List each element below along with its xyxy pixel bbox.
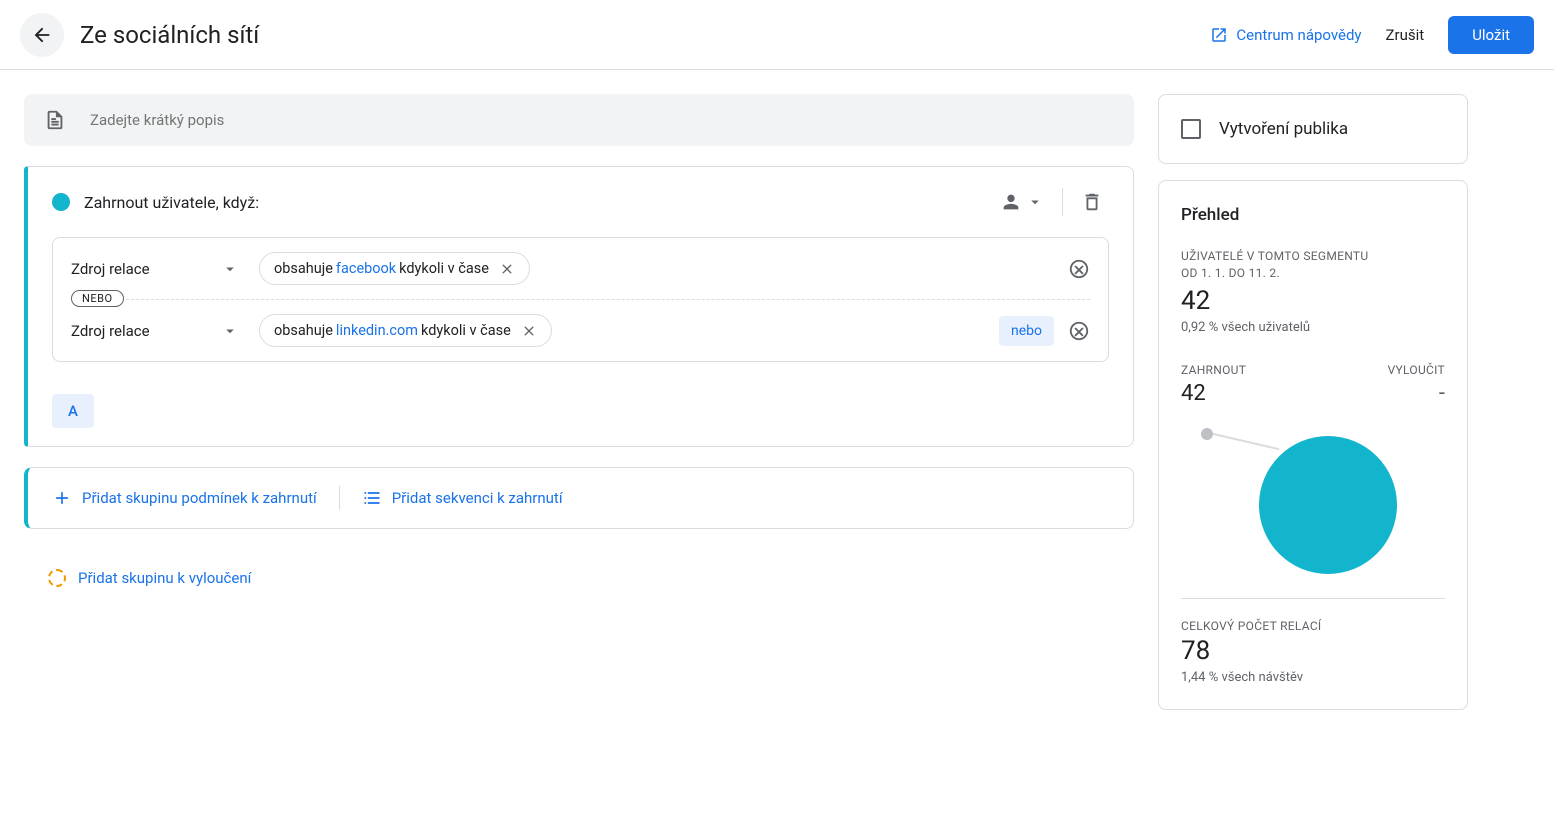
include-card: Zahrnout uživatele, když: Zdroj relace bbox=[24, 166, 1134, 447]
app-header: Ze sociálních sítí Centrum nápovědy Zruš… bbox=[0, 0, 1554, 70]
audience-label: Vytvoření publika bbox=[1219, 119, 1348, 139]
audience-checkbox[interactable] bbox=[1181, 119, 1201, 139]
condition-group: Zdroj relace obsahuje facebook kdykoli v… bbox=[52, 237, 1109, 362]
dropdown-arrow-icon bbox=[221, 322, 239, 340]
exclude-circle-icon bbox=[48, 569, 66, 587]
add-or-button[interactable]: nebo bbox=[999, 316, 1054, 346]
add-actions-card: Přidat skupinu podmínek k zahrnutí Přida… bbox=[24, 467, 1134, 529]
include-heading: Zahrnout uživatele, když: bbox=[84, 193, 994, 212]
pill-value: facebook bbox=[336, 260, 396, 277]
venn-big-circle bbox=[1259, 436, 1397, 574]
description-input[interactable] bbox=[90, 111, 1114, 129]
dimension-picker-2[interactable]: Zdroj relace bbox=[71, 322, 239, 340]
dimension-picker-1[interactable]: Zdroj relace bbox=[71, 260, 239, 278]
add-condition-group-button[interactable]: Přidat skupinu podmínek k zahrnutí bbox=[52, 488, 317, 508]
sequence-icon bbox=[362, 488, 382, 508]
users-pct: 0,92 % všech uživatelů bbox=[1181, 320, 1445, 335]
cancel-button[interactable]: Zrušit bbox=[1386, 26, 1425, 44]
overview-divider bbox=[1181, 598, 1445, 599]
open-in-new-icon bbox=[1210, 26, 1228, 44]
dimension-label: Zdroj relace bbox=[71, 260, 221, 278]
include-value: 42 bbox=[1181, 381, 1206, 406]
add-sequence-button[interactable]: Přidat sekvenci k zahrnutí bbox=[362, 488, 563, 508]
row-actions-2: nebo bbox=[999, 316, 1090, 346]
condition-row-1: Zdroj relace obsahuje facebook kdykoli v… bbox=[53, 238, 1108, 299]
include-exclude-values: 42 - bbox=[1181, 381, 1445, 406]
page-title: Ze sociálních sítí bbox=[80, 21, 1210, 49]
add-and-button[interactable]: A bbox=[52, 394, 94, 428]
dropdown-arrow-icon bbox=[1026, 193, 1044, 211]
include-label: ZAHRNOUT bbox=[1181, 363, 1246, 377]
description-icon bbox=[44, 109, 66, 131]
venn-connector bbox=[1209, 432, 1280, 450]
remove-condition-button[interactable] bbox=[1068, 320, 1090, 342]
condition-pill-2[interactable]: obsahuje linkedin.com kdykoli v čase bbox=[259, 314, 552, 347]
pill-suffix: kdykoli v čase bbox=[399, 260, 489, 277]
back-button[interactable] bbox=[20, 13, 64, 57]
sessions-label: CELKOVÝ POČET RELACÍ bbox=[1181, 619, 1445, 633]
pill-suffix: kdykoli v čase bbox=[421, 322, 511, 339]
include-indicator-dot bbox=[52, 193, 70, 211]
right-column: Vytvoření publika Přehled UŽIVATELÉ V TO… bbox=[1158, 94, 1468, 726]
header-divider bbox=[1062, 188, 1063, 216]
scope-selector[interactable] bbox=[994, 185, 1050, 219]
close-circle-icon bbox=[1068, 258, 1090, 280]
save-button[interactable]: Uložit bbox=[1448, 16, 1534, 54]
pill-prefix: obsahuje bbox=[274, 322, 333, 339]
users-label: UŽIVATELÉ V TOMTO SEGMENTU bbox=[1181, 249, 1445, 263]
sessions-value: 78 bbox=[1181, 636, 1445, 666]
close-icon bbox=[499, 261, 515, 277]
condition-row-2: NEBO Zdroj relace obsahuje linkedin.com … bbox=[53, 300, 1108, 361]
dimension-label: Zdroj relace bbox=[71, 322, 221, 340]
help-link[interactable]: Centrum nápovědy bbox=[1210, 26, 1361, 44]
venn-chart bbox=[1181, 418, 1445, 578]
overview-title: Přehled bbox=[1181, 205, 1445, 225]
condition-pill-1[interactable]: obsahuje facebook kdykoli v čase bbox=[259, 252, 530, 285]
description-row bbox=[24, 94, 1134, 146]
conditions-block: Zdroj relace obsahuje facebook kdykoli v… bbox=[28, 237, 1133, 380]
exclude-label: VYLOUČIT bbox=[1388, 363, 1445, 377]
person-icon bbox=[1000, 191, 1022, 213]
actions-divider bbox=[339, 486, 340, 510]
pill-remove-button[interactable] bbox=[499, 261, 515, 277]
include-header: Zahrnout uživatele, když: bbox=[28, 167, 1133, 237]
or-badge: NEBO bbox=[71, 290, 124, 307]
pill-value: linkedin.com bbox=[336, 322, 418, 339]
pill-prefix: obsahuje bbox=[274, 260, 333, 277]
dropdown-arrow-icon bbox=[221, 260, 239, 278]
venn-small-circle bbox=[1201, 428, 1213, 440]
include-exclude-labels: ZAHRNOUT VYLOUČIT bbox=[1181, 363, 1445, 377]
exclude-label: Přidat skupinu k vyloučení bbox=[78, 569, 251, 587]
add-group-label: Přidat skupinu podmínek k zahrnutí bbox=[82, 489, 317, 507]
close-circle-icon bbox=[1068, 320, 1090, 342]
plus-icon bbox=[52, 488, 72, 508]
date-range: OD 1. 1. DO 11. 2. bbox=[1181, 266, 1445, 280]
arrow-back-icon bbox=[31, 24, 53, 46]
trash-icon bbox=[1081, 191, 1103, 213]
main-content: Zahrnout uživatele, když: Zdroj relace bbox=[0, 70, 1554, 750]
audience-checkbox-row: Vytvoření publika bbox=[1181, 119, 1445, 139]
sessions-pct: 1,44 % všech návštěv bbox=[1181, 670, 1445, 685]
close-icon bbox=[521, 323, 537, 339]
remove-condition-button[interactable] bbox=[1068, 258, 1090, 280]
help-link-label: Centrum nápovědy bbox=[1236, 26, 1361, 44]
delete-group-button[interactable] bbox=[1075, 185, 1109, 219]
users-value: 42 bbox=[1181, 286, 1445, 316]
row-actions-1 bbox=[1068, 258, 1090, 280]
exclude-value: - bbox=[1439, 381, 1445, 406]
audience-card: Vytvoření publika bbox=[1158, 94, 1468, 164]
header-actions: Centrum nápovědy Zrušit Uložit bbox=[1210, 16, 1534, 54]
add-sequence-label: Přidat sekvenci k zahrnutí bbox=[392, 489, 563, 507]
pill-remove-button[interactable] bbox=[521, 323, 537, 339]
overview-card: Přehled UŽIVATELÉ V TOMTO SEGMENTU OD 1.… bbox=[1158, 180, 1468, 710]
add-exclusion-button[interactable]: Přidat skupinu k vyloučení bbox=[24, 549, 1134, 607]
left-column: Zahrnout uživatele, když: Zdroj relace bbox=[24, 94, 1134, 726]
